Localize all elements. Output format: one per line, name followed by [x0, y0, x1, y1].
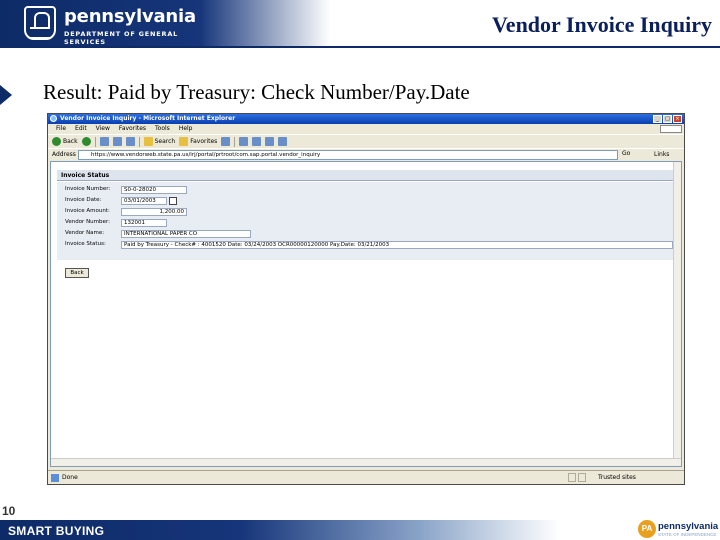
header-divider: [0, 46, 720, 48]
history-icon[interactable]: [239, 137, 249, 146]
media-icon[interactable]: [221, 137, 231, 146]
browser-window: Vendor Invoice Inquiry - Microsoft Inter…: [47, 113, 685, 485]
back-arrow-icon: [52, 137, 61, 146]
close-button[interactable]: ×: [673, 115, 682, 123]
vendor-name-field[interactable]: INTERNATIONAL PAPER CO: [121, 230, 251, 238]
lock-icon: [578, 473, 586, 482]
invoice-status-label: Invoice Status:: [65, 241, 106, 247]
menu-edit[interactable]: Edit: [75, 124, 87, 134]
status-cell: [568, 473, 576, 482]
menu-view[interactable]: View: [96, 124, 110, 134]
menu-file[interactable]: File: [56, 124, 66, 134]
section-header: Invoice Status: [57, 170, 673, 181]
pa-logo-name: pennsylvania: [658, 521, 719, 532]
vertical-scrollbar[interactable]: [673, 162, 681, 466]
pa-logo-tagline: STATE OF INDEPENDENCE: [658, 532, 717, 537]
forward-arrow-icon[interactable]: [81, 137, 91, 146]
address-input[interactable]: https://www.vendorweb.state.pa.us/irj/po…: [78, 150, 618, 160]
favorites-toolbar-label: Favorites: [190, 138, 218, 145]
refresh-icon[interactable]: [112, 137, 122, 146]
bullet-arrow-icon: [0, 85, 12, 105]
window-titlebar: Vendor Invoice Inquiry - Microsoft Inter…: [48, 114, 684, 124]
pa-mark-icon: PA: [638, 520, 656, 538]
windows-logo-icon: [660, 125, 682, 133]
pa-logo: PA pennsylvania STATE OF INDEPENDENCE: [638, 520, 720, 540]
toolbar-separator: [234, 136, 236, 147]
slide-subtitle: Result: Paid by Treasury: Check Number/P…: [43, 80, 470, 104]
slide-header: pennsylvania DEPARTMENT OF GENERAL SERVI…: [0, 0, 720, 46]
toolbar-separator: [138, 136, 140, 147]
capitol-emblem-icon: [24, 6, 56, 40]
stop-icon[interactable]: [99, 137, 109, 146]
maximize-button[interactable]: □: [663, 115, 672, 123]
logo-title: pennsylvania: [64, 6, 196, 27]
logo-subtitle: DEPARTMENT OF GENERAL SERVICES: [64, 30, 179, 46]
address-bar: Address https://www.vendorweb.state.pa.u…: [48, 148, 684, 160]
ie-icon: [50, 115, 57, 122]
menu-favorites[interactable]: Favorites: [119, 124, 146, 134]
vendor-number-field[interactable]: 132001: [121, 219, 167, 227]
page-icon: [51, 474, 59, 482]
security-zone: Trusted sites: [598, 474, 636, 481]
back-toolbar-button[interactable]: Back: [52, 137, 78, 146]
invoice-status-field[interactable]: Paid by Treasury - Check# : 4001520 Date…: [121, 241, 673, 249]
page-content: Invoice Status Invoice Number: S0-0-2802…: [50, 161, 682, 467]
toolbar-separator: [94, 136, 96, 147]
go-button[interactable]: Go: [622, 150, 630, 157]
links-button[interactable]: Links: [654, 151, 669, 158]
smart-buying-text: SMART BUYING: [8, 524, 105, 538]
search-toolbar-label: Search: [154, 138, 176, 145]
mail-icon[interactable]: [252, 137, 262, 146]
dgs-logo: pennsylvania DEPARTMENT OF GENERAL SERVI…: [22, 4, 222, 46]
window-title: Vendor Invoice Inquiry - Microsoft Inter…: [60, 115, 236, 122]
favorites-star-icon: [179, 137, 189, 146]
toolbar: Back Search Favorites: [48, 134, 684, 148]
calendar-icon[interactable]: [169, 197, 177, 205]
address-label: Address: [52, 151, 76, 158]
favorites-toolbar-button[interactable]: Favorites: [179, 137, 217, 146]
footer-bar: SMART BUYING: [0, 520, 720, 540]
menu-tools[interactable]: Tools: [155, 124, 170, 134]
invoice-number-label: Invoice Number:: [65, 186, 111, 192]
invoice-status-form: Invoice Number: S0-0-28020 Invoice Date:…: [57, 182, 673, 278]
invoice-amount-field[interactable]: 1,200.00: [121, 208, 187, 216]
status-cells: [568, 473, 586, 482]
minimize-button[interactable]: _: [653, 115, 662, 123]
status-text: Done: [62, 474, 78, 481]
status-bar: Done Trusted sites: [48, 470, 684, 484]
horizontal-scrollbar[interactable]: [51, 458, 681, 466]
home-icon[interactable]: [125, 137, 135, 146]
back-button[interactable]: Back: [65, 268, 89, 278]
invoice-date-label: Invoice Date:: [65, 197, 102, 203]
invoice-amount-label: Invoice Amount:: [65, 208, 110, 214]
invoice-date-field[interactable]: 03/01/2003: [121, 197, 167, 205]
search-toolbar-button[interactable]: Search: [143, 137, 176, 146]
page-number: 10: [2, 504, 16, 518]
menu-help[interactable]: Help: [179, 124, 193, 134]
search-icon: [143, 137, 153, 146]
invoice-number-field[interactable]: S0-0-28020: [121, 186, 187, 194]
back-toolbar-label: Back: [63, 138, 78, 145]
slide-title: Vendor Invoice Inquiry: [491, 12, 712, 37]
print-icon[interactable]: [265, 137, 275, 146]
edit-icon[interactable]: [278, 137, 288, 146]
vendor-number-label: Vendor Number:: [65, 219, 110, 225]
vendor-name-label: Vendor Name:: [65, 230, 105, 236]
menu-bar: File Edit View Favorites Tools Help: [48, 124, 684, 134]
